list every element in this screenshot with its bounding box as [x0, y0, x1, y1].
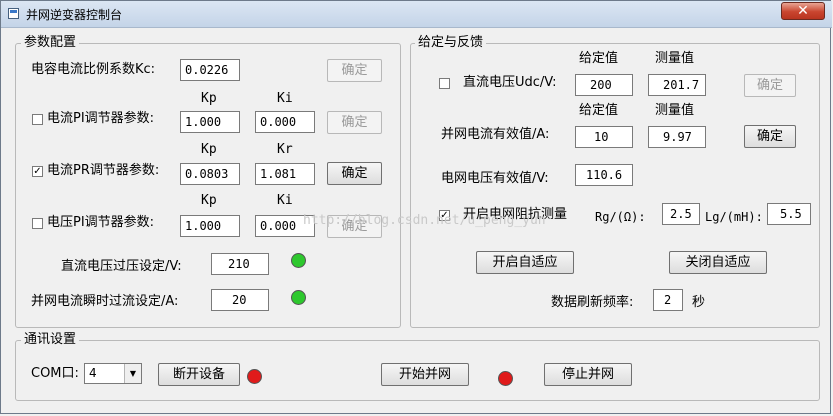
com-port-select[interactable]: 4 ▼: [84, 363, 142, 384]
dc-overvoltage-indicator-led: [291, 253, 306, 268]
grid-voltage-display: 110.6: [575, 164, 633, 186]
ig-confirm-button[interactable]: 确定: [744, 125, 796, 148]
adaptive-off-button[interactable]: 关闭自适应: [669, 251, 767, 274]
ig-meas-header: 测量值: [655, 103, 695, 118]
udc-set-header: 给定值: [579, 51, 619, 66]
kc-confirm-button[interactable]: 确定: [327, 59, 382, 82]
pr-current-kr-header: Kr: [277, 142, 293, 157]
pi-current-kp-header: Kp: [201, 91, 217, 106]
grid-status-led: [498, 371, 513, 386]
com-port-label: COM口:: [31, 366, 79, 381]
window-title: 并网逆变器控制台: [26, 8, 123, 22]
pi-current-checkbox[interactable]: [32, 114, 43, 125]
udc-meas-header: 测量值: [655, 51, 695, 66]
ig-meas-display: 9.97: [648, 126, 706, 148]
comm-group-title: 通讯设置: [21, 333, 80, 347]
pr-current-kp-input[interactable]: 0.0803: [180, 163, 240, 185]
adaptive-on-button[interactable]: 开启自适应: [476, 251, 574, 274]
refresh-rate-label: 数据刷新频率:: [551, 295, 634, 310]
disconnect-device-button[interactable]: 断开设备: [158, 363, 240, 386]
udc-checkbox[interactable]: [439, 78, 450, 89]
pi-current-label: 电流PI调节器参数:: [47, 111, 155, 126]
pi-current-ki-input[interactable]: 0.000: [255, 111, 315, 133]
pi-current-ki-header: Ki: [277, 91, 293, 106]
dropdown-arrow-icon[interactable]: ▼: [124, 364, 141, 383]
pi-current-kp-input[interactable]: 1.000: [180, 111, 240, 133]
pi-voltage-kp-header: Kp: [201, 193, 217, 208]
udc-label: 直流电压Udc/V:: [463, 75, 557, 90]
dc-overvoltage-input[interactable]: 210: [211, 253, 269, 275]
pi-voltage-kp-input[interactable]: 1.000: [180, 215, 240, 237]
rg-input[interactable]: 2.5: [662, 203, 700, 225]
ig-set-header: 给定值: [579, 103, 619, 118]
stop-grid-button[interactable]: 停止并网: [544, 363, 632, 386]
pr-current-kp-header: Kp: [201, 142, 217, 157]
pi-current-confirm-button[interactable]: 确定: [327, 111, 382, 134]
udc-meas-display: 201.7: [648, 74, 706, 96]
dc-overvoltage-label: 直流电压过压设定/V:: [61, 259, 182, 274]
pr-current-label: 电流PR调节器参数:: [47, 163, 160, 178]
lg-input[interactable]: 5.5: [767, 203, 811, 225]
pr-current-kr-input[interactable]: 1.081: [255, 163, 315, 185]
params-group: [15, 43, 401, 328]
pr-current-confirm-button[interactable]: 确定: [327, 162, 382, 185]
params-group-title: 参数配置: [21, 36, 80, 50]
app-icon: [8, 8, 19, 19]
pi-voltage-ki-header: Ki: [277, 193, 293, 208]
overcurrent-indicator-led: [291, 290, 306, 305]
watermark: http://blog.csdn.net/u_peng_yun: [303, 213, 546, 228]
rg-label: Rg/(Ω):: [595, 210, 646, 224]
ig-label: 并网电流有效值/A:: [441, 127, 550, 142]
pi-voltage-checkbox[interactable]: [32, 218, 43, 229]
com-port-value: 4: [89, 366, 97, 380]
kc-label: 电容电流比例系数Kc:: [31, 62, 156, 77]
feedback-group-title: 给定与反馈: [415, 36, 487, 50]
lg-label: Lg/(mH):: [705, 210, 763, 224]
kc-input[interactable]: 0.0226: [180, 59, 240, 81]
pr-current-checkbox[interactable]: ✓: [32, 166, 43, 177]
udc-confirm-button[interactable]: 确定: [744, 74, 796, 97]
overcurrent-label: 并网电流瞬时过流设定/A:: [31, 294, 179, 309]
main-window: 并网逆变器控制台 ✕ 参数配置 电容电流比例系数Kc: 0.0226 确定 Kp…: [0, 0, 832, 414]
refresh-rate-input[interactable]: 2: [653, 289, 683, 311]
start-grid-button[interactable]: 开始并网: [381, 363, 469, 386]
grid-voltage-label: 电网电压有效值/V:: [441, 171, 549, 186]
overcurrent-input[interactable]: 20: [211, 289, 269, 311]
ig-set-input[interactable]: 10: [575, 126, 633, 148]
pi-voltage-label: 电压PI调节器参数:: [47, 215, 155, 230]
close-button[interactable]: ✕: [781, 2, 825, 20]
refresh-rate-unit: 秒: [692, 295, 706, 310]
connection-status-led: [247, 369, 262, 384]
title-bar: 并网逆变器控制台 ✕: [1, 1, 832, 28]
udc-set-input[interactable]: 200: [575, 74, 633, 96]
